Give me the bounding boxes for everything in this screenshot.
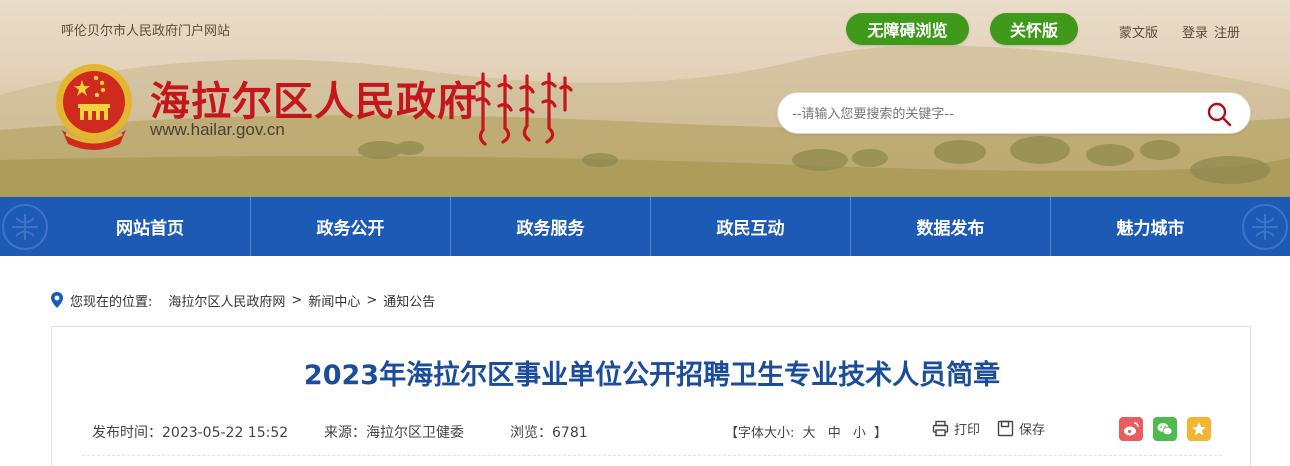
site-title[interactable]: 海拉尔区人民政府 [150,69,478,127]
breadcrumb-prefix: 您现在的位置: [70,294,153,310]
view-count: 浏览：6781 [510,425,588,441]
font-size-label: 【字体大小: [725,426,795,441]
font-size-small[interactable]: 小 [853,426,866,441]
weibo-share-button[interactable] [1119,417,1143,441]
weibo-icon [1124,422,1139,436]
divider [82,455,1222,456]
font-size-control: 【字体大小: 大 中 小 】 [725,422,887,441]
breadcrumb-separator: > [366,292,378,308]
save-disk-icon [997,420,1014,437]
header-banner: 呼伦贝尔市人民政府门户网站 无障碍浏览 关怀版 蒙文版 登录 注册 海拉尔区人民… [0,0,1290,197]
nav-gov-affairs[interactable]: 政务公开 [250,197,450,256]
mongolian-version-link[interactable]: 蒙文版 [1119,22,1158,41]
search-input[interactable] [792,103,1192,125]
font-size-medium[interactable]: 中 [828,426,841,441]
favorite-star-icon [1192,422,1206,436]
article-source: 来源：海拉尔区卫健委 [324,425,464,441]
register-link[interactable]: 注册 [1214,22,1240,41]
save-label: 保存 [1019,423,1046,438]
care-mode-button[interactable]: 关怀版 [990,13,1078,45]
location-pin-icon [51,292,63,308]
nav-home[interactable]: 网站首页 [50,197,250,256]
print-button[interactable]: 打印 [932,419,980,438]
font-size-end: 】 [874,426,888,441]
site-url: www.hailar.gov.cn [150,120,285,139]
breadcrumb: 您现在的位置: 海拉尔区人民政府网 > 新闻中心 > 通知公告 [50,291,441,310]
mongolian-script-logo [475,72,573,146]
publish-time: 发布时间：2023-05-22 15:52 [92,425,289,441]
article-title: 2023年海拉尔区事业单位公开招聘卫生专业技术人员简章 [303,360,1001,391]
accessibility-button[interactable]: 无障碍浏览 [846,13,969,45]
breadcrumb-separator: > [291,292,303,308]
search-icon[interactable] [1206,101,1232,127]
printer-icon [932,420,949,437]
portal-name[interactable]: 呼伦贝尔市人民政府门户网站 [61,20,230,39]
breadcrumb-notices[interactable]: 通知公告 [383,291,435,310]
nav-data-release[interactable]: 数据发布 [850,197,1050,256]
save-button[interactable]: 保存 [997,419,1045,438]
wechat-icon [1157,423,1173,436]
nav-gov-services[interactable]: 政务服务 [450,197,650,256]
article-panel: 2023年海拉尔区事业单位公开招聘卫生专业技术人员简章 发布时间：2023-05… [51,326,1251,466]
breadcrumb-home[interactable]: 海拉尔区人民政府网 [168,291,285,310]
nav-charm-city[interactable]: 魅力城市 [1050,197,1250,256]
ornament-left-icon [2,204,48,250]
favorite-button[interactable] [1187,417,1211,441]
national-emblem-icon [56,64,132,150]
main-nav: 网站首页 政务公开 政务服务 政民互动 数据发布 魅力城市 [0,197,1290,256]
print-label: 打印 [954,423,981,438]
breadcrumb-news-center[interactable]: 新闻中心 [308,291,360,310]
wechat-share-button[interactable] [1153,417,1177,441]
nav-interaction[interactable]: 政民互动 [650,197,850,256]
search-box [777,92,1251,134]
font-size-large[interactable]: 大 [803,426,816,441]
login-link[interactable]: 登录 [1182,22,1208,41]
